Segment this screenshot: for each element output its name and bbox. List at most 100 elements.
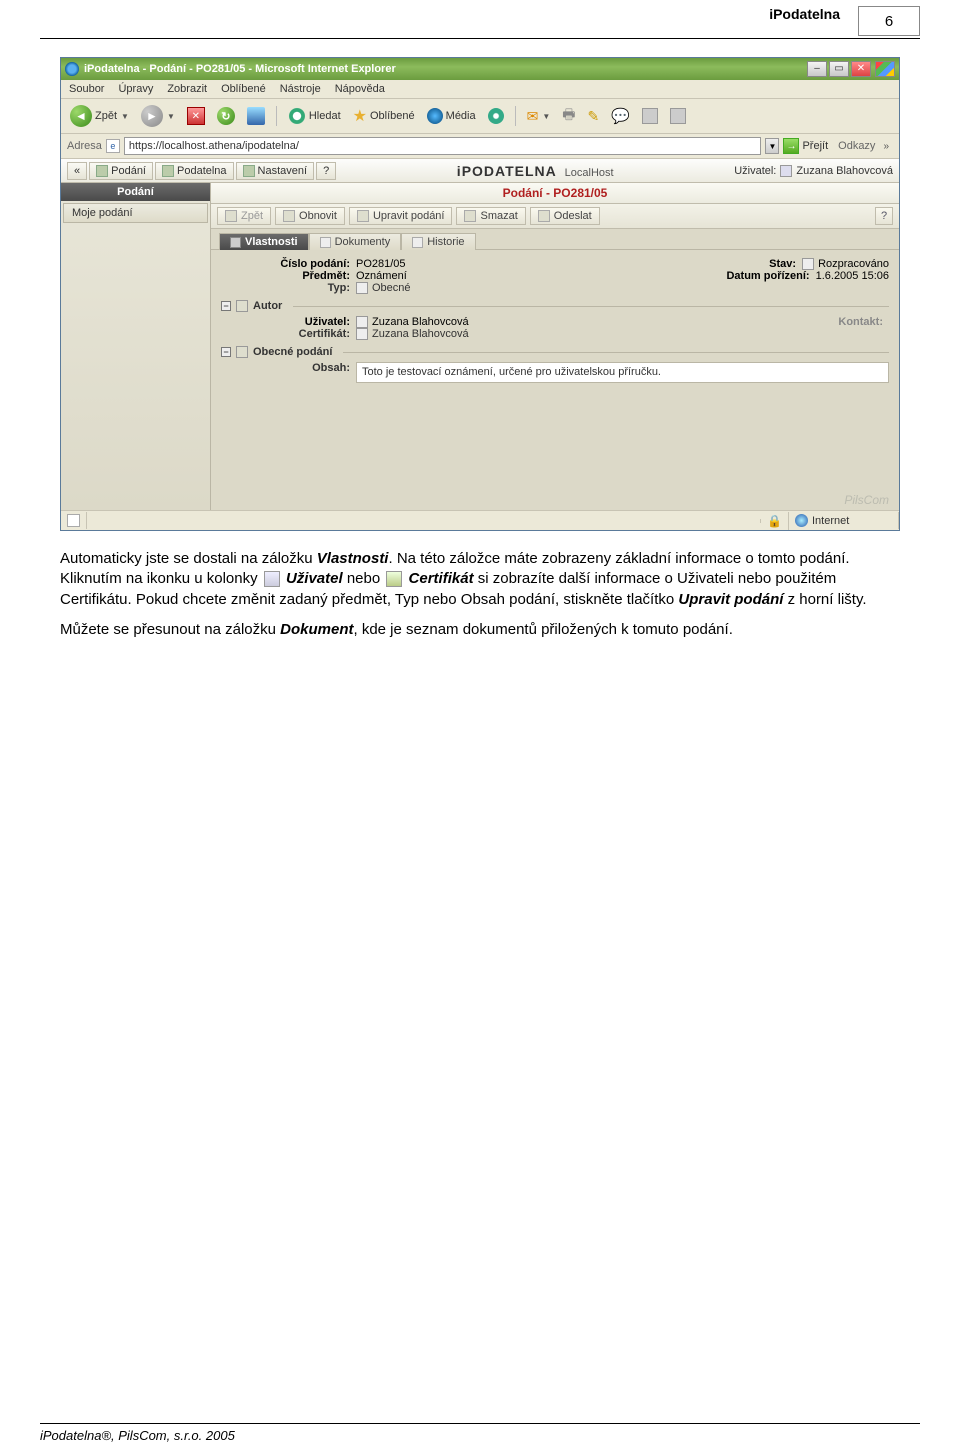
- action-obnovit-button[interactable]: Obnovit: [275, 207, 345, 225]
- nav-nastaveni-button[interactable]: Nastavení: [236, 162, 315, 180]
- text-bold: Dokument: [280, 621, 353, 638]
- discuss-button[interactable]: 💬: [608, 105, 633, 127]
- footer-text: iPodatelna®, PilsCom, s.r.o. 2005: [0, 1424, 960, 1453]
- vlastnosti-icon: [230, 237, 241, 248]
- generic-icon: [670, 108, 686, 124]
- nav-podani-button[interactable]: Podání: [89, 162, 153, 180]
- text-bold: Vlastnosti: [317, 550, 389, 567]
- action-zpet-button[interactable]: Zpět: [217, 207, 271, 225]
- tab-historie-label: Historie: [427, 236, 464, 248]
- certifikat-icon[interactable]: [356, 328, 368, 340]
- refresh-button[interactable]: ↻: [214, 105, 238, 127]
- menu-napoveda[interactable]: Nápověda: [335, 83, 385, 95]
- menu-nastroje[interactable]: Nástroje: [280, 83, 321, 95]
- close-button[interactable]: ✕: [851, 61, 871, 77]
- action-odeslat-button[interactable]: Odeslat: [530, 207, 600, 225]
- app-logo: iPODATELNA LocalHost: [336, 163, 734, 179]
- toggle-autor-icon[interactable]: −: [221, 301, 231, 311]
- sidebar-title: Podání: [61, 183, 210, 201]
- back-dropdown-icon[interactable]: ▼: [121, 112, 129, 121]
- action-upravit-button[interactable]: Upravit podání: [349, 207, 453, 225]
- text-bold: Certifikát: [409, 570, 474, 587]
- action-obnovit-label: Obnovit: [299, 210, 337, 222]
- minimize-button[interactable]: –: [807, 61, 827, 77]
- nav-help-button[interactable]: ?: [316, 162, 336, 180]
- stop-button[interactable]: ✕: [184, 105, 208, 127]
- text-bold: Upravit podání: [678, 591, 783, 608]
- app-main: Podání Moje podání Podání - PO281/05 Zpě…: [61, 183, 899, 510]
- generic-icon: [642, 108, 658, 124]
- favorites-button[interactable]: ★ Oblíbené: [350, 104, 418, 128]
- action-smazat-button[interactable]: Smazat: [456, 207, 525, 225]
- help-button[interactable]: ?: [875, 207, 893, 225]
- odeslat-icon: [538, 210, 550, 222]
- address-dropdown-icon[interactable]: ▼: [765, 138, 779, 154]
- nav-podatelna-button[interactable]: Podatelna: [155, 162, 234, 180]
- links-label[interactable]: Odkazy: [838, 140, 875, 152]
- search-button[interactable]: Hledat: [285, 105, 344, 127]
- mail-button[interactable]: ✉▼: [524, 106, 554, 127]
- windows-logo-icon: [875, 61, 895, 77]
- sidebar-item-moje-podani[interactable]: Moje podání: [63, 203, 208, 223]
- sidebar: Podání Moje podání: [61, 183, 211, 510]
- tab-historie[interactable]: Historie: [401, 233, 475, 250]
- address-field[interactable]: https://localhost.athena/ipodatelna/: [124, 137, 762, 155]
- print-button[interactable]: 🖶: [559, 102, 578, 130]
- history-icon: [488, 108, 504, 124]
- toolbar-extra-2[interactable]: [667, 106, 689, 126]
- edit-button[interactable]: ✎: [585, 106, 603, 127]
- maximize-button[interactable]: ▭: [829, 61, 849, 77]
- nav-help-label: ?: [323, 165, 329, 177]
- field-certifikat-value: Zuzana Blahovcová: [372, 328, 469, 340]
- search-icon: [288, 107, 306, 125]
- status-page-icon-cell: [61, 512, 87, 529]
- menu-soubor[interactable]: Soubor: [69, 83, 104, 95]
- text: Automaticky jste se dostali na záložku: [60, 550, 317, 567]
- section-rule: [293, 306, 889, 307]
- chevron-more-icon[interactable]: »: [879, 141, 893, 152]
- field-predmet-label: Předmět:: [221, 270, 356, 282]
- user-icon: [780, 165, 792, 177]
- podani-icon: [96, 165, 108, 177]
- text: z horní lišty.: [783, 591, 866, 608]
- toolbar-separator: [276, 106, 277, 126]
- home-button[interactable]: [244, 105, 268, 127]
- menu-zobrazit[interactable]: Zobrazit: [167, 83, 207, 95]
- field-obsah-value[interactable]: Toto je testovací oznámení, určené pro u…: [356, 362, 889, 383]
- back-button[interactable]: ◄ Zpět ▼: [67, 103, 132, 129]
- tabs-row: Vlastnosti Dokumenty Historie: [211, 229, 899, 250]
- action-smazat-label: Smazat: [480, 210, 517, 222]
- text-bold: Uživatel: [286, 570, 343, 587]
- page-icon: e: [106, 139, 120, 153]
- media-button[interactable]: Média: [424, 106, 479, 126]
- toggle-obecne-icon[interactable]: −: [221, 347, 231, 357]
- forward-button[interactable]: ► ▼: [138, 103, 178, 129]
- action-zpet-label: Zpět: [241, 210, 263, 222]
- historie-icon: [412, 237, 423, 248]
- field-kontakt-label: Kontakt:: [789, 316, 889, 328]
- content-area: Podání - PO281/05 Zpět Obnovit Upravit p…: [211, 183, 899, 510]
- paragraph-1: Automaticky jste se dostali na záložku V…: [60, 549, 900, 610]
- mail-dropdown-icon[interactable]: ▼: [542, 112, 550, 121]
- tab-dokumenty[interactable]: Dokumenty: [309, 233, 402, 250]
- field-typ-label: Typ:: [221, 282, 356, 294]
- forward-dropdown-icon[interactable]: ▼: [167, 112, 175, 121]
- field-predmet-value: Oznámení: [356, 270, 407, 282]
- stav-icon: [802, 258, 814, 270]
- history-button[interactable]: [485, 106, 507, 126]
- toolbar-extra-1[interactable]: [639, 106, 661, 126]
- menu-oblibene[interactable]: Oblíbené: [221, 83, 266, 95]
- go-label: Přejít: [802, 140, 828, 152]
- search-label: Hledat: [309, 110, 341, 122]
- window-titlebar: iPodatelna - Podání - PO281/05 - Microso…: [61, 58, 899, 80]
- nav-collapse-button[interactable]: «: [67, 162, 87, 180]
- uzivatel-icon[interactable]: [356, 316, 368, 328]
- field-datum-value: 1.6.2005 15:06: [816, 270, 889, 282]
- go-button[interactable]: → Přejít: [783, 138, 828, 154]
- menu-upravy[interactable]: Úpravy: [118, 83, 153, 95]
- stop-icon: ✕: [187, 107, 205, 125]
- text: Můžete se přesunout na záložku: [60, 621, 280, 638]
- address-bar: Adresa e https://localhost.athena/ipodat…: [61, 134, 899, 159]
- page-status-icon: [67, 514, 80, 527]
- tab-vlastnosti[interactable]: Vlastnosti: [219, 233, 309, 250]
